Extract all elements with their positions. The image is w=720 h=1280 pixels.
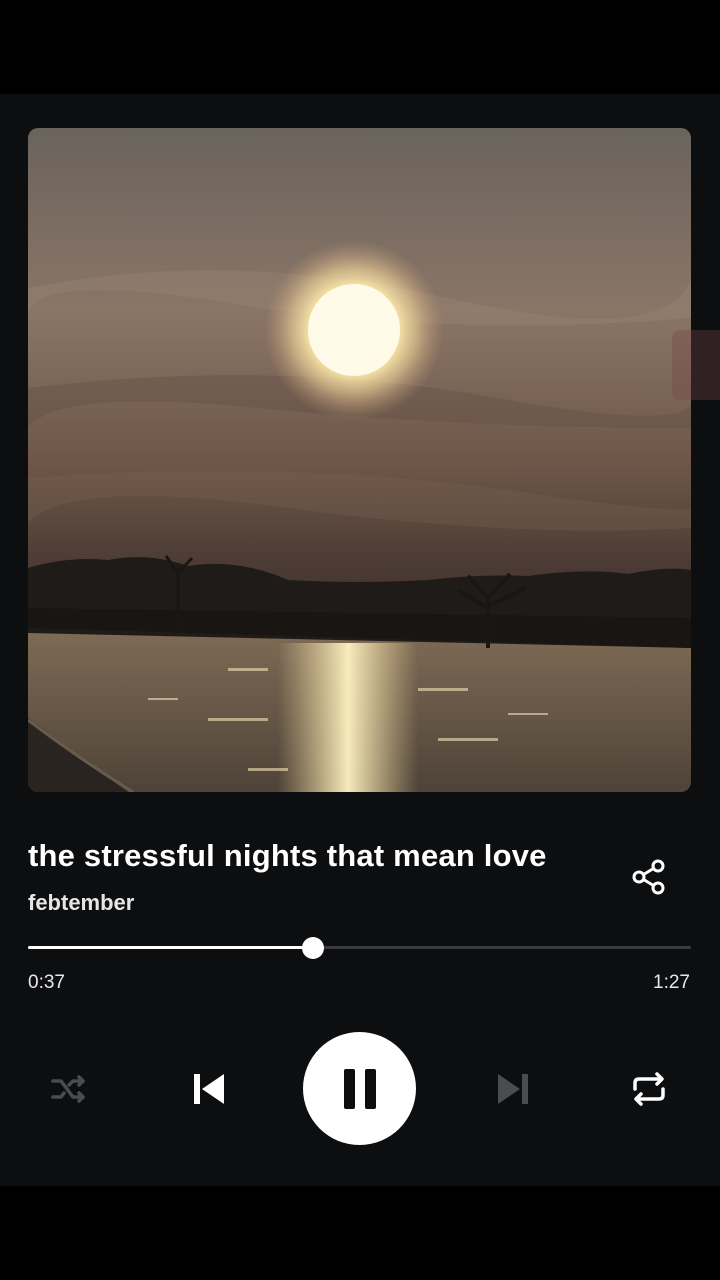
skip-previous-icon — [194, 1074, 224, 1104]
skip-next-icon — [498, 1074, 528, 1104]
seek-bar[interactable] — [28, 937, 691, 959]
time-total: 1:27 — [653, 972, 690, 993]
play-pause-button[interactable] — [303, 1032, 416, 1145]
repeat-button[interactable] — [624, 1064, 674, 1114]
next-button[interactable] — [486, 1062, 540, 1116]
time-elapsed: 0:37 — [28, 972, 65, 993]
seek-fill — [28, 946, 314, 949]
sunset-lake-image — [28, 128, 691, 792]
track-title: the stressful nights that mean love — [28, 838, 547, 873]
previous-button[interactable] — [182, 1062, 236, 1116]
shuffle-button[interactable] — [44, 1064, 94, 1114]
top-bar — [0, 0, 720, 94]
pause-icon — [343, 1068, 376, 1109]
album-artwork — [28, 128, 691, 792]
share-button[interactable] — [626, 854, 672, 900]
track-artist[interactable]: febtember — [28, 890, 134, 916]
share-icon — [632, 859, 665, 895]
edge-overlay — [672, 330, 720, 400]
shuffle-icon — [51, 1075, 85, 1103]
seek-thumb[interactable] — [302, 937, 325, 959]
repeat-icon — [633, 1072, 665, 1106]
navigation-bar — [0, 1186, 720, 1280]
